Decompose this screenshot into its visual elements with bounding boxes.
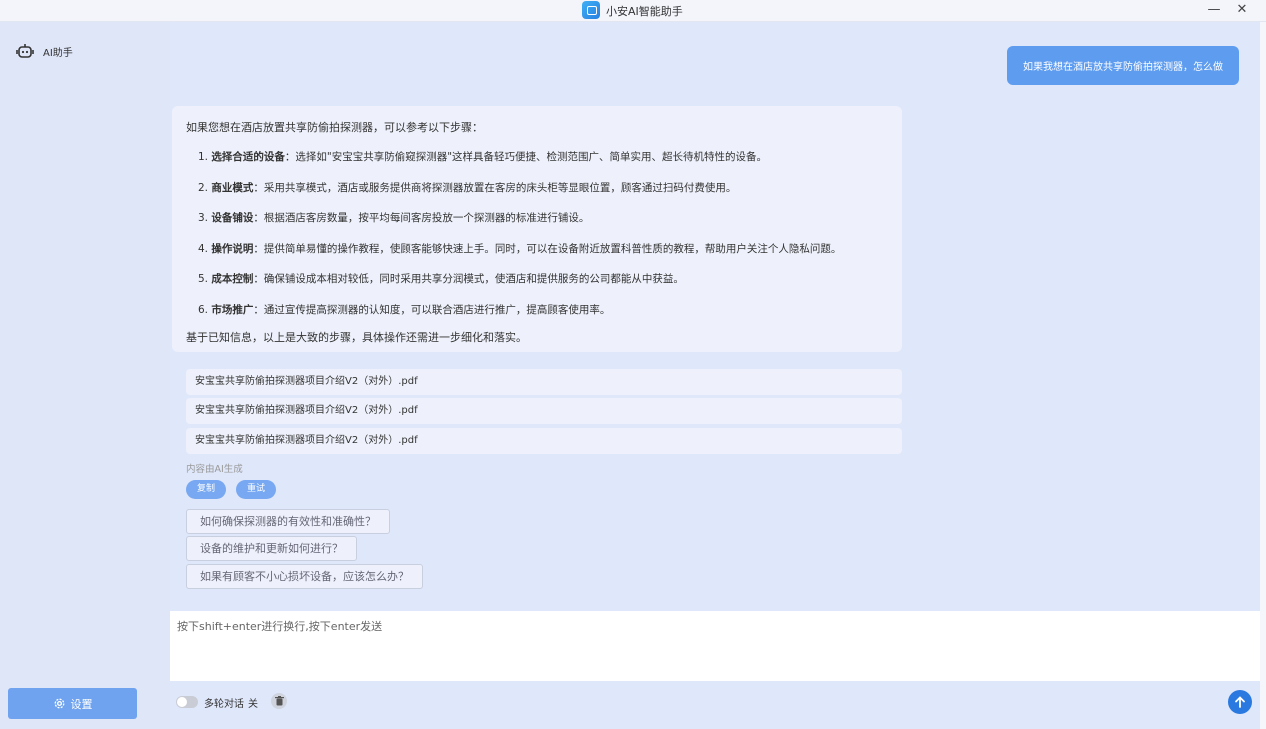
source-document-link[interactable]: 安宝宝共享防偷拍探测器项目介绍V2（对外）.pdf xyxy=(186,428,902,454)
app-logo-icon xyxy=(582,1,600,19)
robot-icon xyxy=(16,44,34,58)
window-title: 小安AI智能助手 xyxy=(606,5,683,18)
send-button[interactable] xyxy=(1228,690,1252,714)
sidebar-item-label: AI助手 xyxy=(43,47,73,59)
gear-icon xyxy=(54,698,64,709)
sidebar-item-ai-assistant[interactable]: AI助手 xyxy=(16,43,73,59)
multi-turn-label: 多轮对话 xyxy=(204,699,244,710)
answer-step: 4. 操作说明：提供简单易懂的操作教程，使顾客能够快速上手。同时，可以在设备附近… xyxy=(198,242,842,255)
retry-button[interactable]: 重试 xyxy=(236,480,277,499)
assistant-answer: 如果您想在酒店放置共享防偷拍探测器，可以参考以下步骤： 1. 选择合适的设备：选… xyxy=(172,106,902,352)
settings-button[interactable]: 设置 xyxy=(8,688,137,719)
source-document-link[interactable]: 安宝宝共享防偷拍探测器项目介绍V2（对外）.pdf xyxy=(186,369,902,395)
chat-area: 如果我想在酒店放共享防偷拍探测器，怎么做 如果您想在酒店放置共享防偷拍探测器，可… xyxy=(170,22,1260,729)
multi-turn-state: 关 xyxy=(248,699,258,710)
input-placeholder: 按下shift+enter进行换行,按下enter发送 xyxy=(177,620,383,633)
user-message-bubble: 如果我想在酒店放共享防偷拍探测器，怎么做 xyxy=(1007,46,1239,85)
minimize-button[interactable]: — xyxy=(1201,0,1227,22)
clear-chat-button[interactable] xyxy=(271,693,287,709)
answer-intro: 如果您想在酒店放置共享防偷拍探测器，可以参考以下步骤： xyxy=(186,121,483,134)
trash-icon xyxy=(274,696,284,706)
settings-label: 设置 xyxy=(70,697,93,711)
answer-outro: 基于已知信息，以上是大致的步骤，具体操作还需进一步细化和落实。 xyxy=(186,331,527,344)
source-document-link[interactable]: 安宝宝共享防偷拍探测器项目介绍V2（对外）.pdf xyxy=(186,398,902,424)
suggested-question[interactable]: 如果有顾客不小心损坏设备，应该怎么办？ xyxy=(186,564,423,589)
suggested-question[interactable]: 设备的维护和更新如何进行？ xyxy=(186,536,357,561)
title-bar: 小安AI智能助手 — ✕ xyxy=(0,0,1266,22)
multi-turn-toggle[interactable] xyxy=(176,696,198,708)
answer-step: 1. 选择合适的设备：选择如"安宝宝共享防偷窥探测器"这样具备轻巧便捷、检测范围… xyxy=(198,151,768,163)
scrollbar[interactable] xyxy=(1260,22,1266,729)
answer-step: 2. 商业模式：采用共享模式，酒店或服务提供商将探测器放置在客房的床头柜等显眼位… xyxy=(198,181,737,194)
copy-button[interactable]: 复制 xyxy=(186,480,227,499)
answer-step: 5. 成本控制：确保铺设成本相对较低，同时采用共享分润模式，使酒店和提供服务的公… xyxy=(198,273,684,285)
suggested-question[interactable]: 如何确保探测器的有效性和准确性？ xyxy=(186,509,390,534)
arrow-up-icon xyxy=(1235,696,1245,708)
ai-generated-note: 内容由AI生成 xyxy=(186,464,243,475)
input-toolbar: 多轮对话 关 xyxy=(170,681,1260,729)
sidebar: AI助手 设置 xyxy=(0,22,170,729)
close-button[interactable]: ✕ xyxy=(1229,0,1255,22)
answer-steps: 1. 选择合适的设备：选择如"安宝宝共享防偷窥探测器"这样具备轻巧便捷、检测范围… xyxy=(198,149,841,332)
message-input[interactable]: 按下shift+enter进行换行,按下enter发送 xyxy=(170,611,1260,681)
answer-step: 3. 设备铺设：根据酒店客房数量，按平均每间客房投放一个探测器的标准进行铺设。 xyxy=(198,212,590,224)
answer-step: 6. 市场推广：通过宣传提高探测器的认知度，可以联合酒店进行推广，提高顾客使用率… xyxy=(198,303,611,316)
